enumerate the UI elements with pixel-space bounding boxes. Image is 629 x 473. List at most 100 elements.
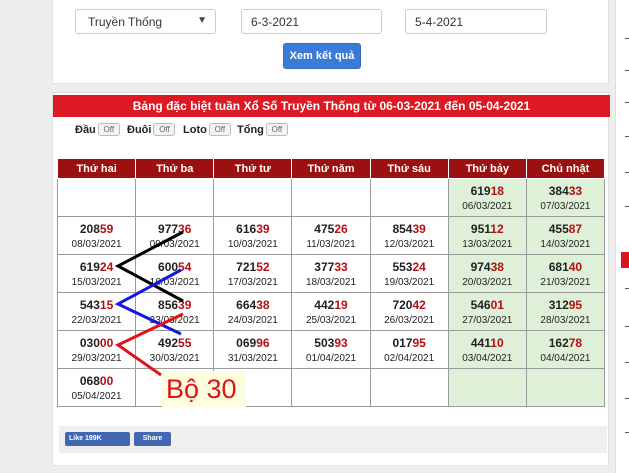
prize-number: 06800: [58, 374, 135, 388]
toggle-tong[interactable]: Tổng Off: [237, 123, 288, 136]
prize-head-digits: 721: [236, 259, 257, 274]
prize-head-digits: 619: [79, 259, 100, 274]
table-cell: 68140 21/03/2021: [525, 254, 606, 293]
chevron-down-icon: ▼: [197, 15, 207, 26]
prize-number: 97736: [136, 222, 213, 236]
draw-date: 14/03/2021: [540, 238, 591, 250]
toggle-label: Loto: [183, 123, 207, 136]
prize-number: 03000: [58, 336, 135, 350]
table-header-row: Thứ hai Thứ ba Thứ tư Thứ năm Thứ sáu Th…: [56, 158, 606, 179]
prize-tail-digits: 95: [412, 335, 426, 350]
toggle-switch[interactable]: Off: [208, 123, 231, 136]
table-cell: [369, 178, 449, 217]
toggle-duoi[interactable]: Đuôi Off: [127, 123, 176, 136]
view-results-button[interactable]: Xem kết quả: [283, 43, 361, 69]
page: Truyền Thống ▼ 6-3-2021 5-4-2021 Xem kết…: [0, 0, 629, 473]
prize-head-digits: 856: [158, 297, 179, 312]
prize-number: 61918: [449, 184, 526, 198]
prize-number: 50393: [292, 336, 369, 350]
prize-head-digits: 977: [158, 221, 179, 236]
prize-head-digits: 720: [392, 297, 413, 312]
col-wednesday: Thứ tư: [213, 158, 293, 179]
table-cell: 20859 08/03/2021: [56, 216, 137, 255]
toggle-dau[interactable]: Đầu Off: [75, 123, 120, 136]
draw-date: 10/03/2021: [227, 238, 278, 250]
draw-date: 30/03/2021: [149, 352, 200, 364]
prize-head-digits: 377: [314, 259, 335, 274]
toggle-switch[interactable]: Off: [97, 123, 120, 136]
prize-tail-digits: 93: [334, 335, 348, 350]
table-cell: 95112 13/03/2021: [447, 216, 527, 255]
prize-tail-digits: 26: [334, 221, 348, 236]
draw-date: 03/04/2021: [462, 352, 513, 364]
prize-head-digits: 600: [158, 259, 179, 274]
table-cell: 85639 23/03/2021: [135, 292, 215, 331]
toggle-switch[interactable]: Off: [153, 123, 176, 136]
date-to-input[interactable]: 5-4-2021: [405, 9, 547, 34]
prize-number: 97438: [449, 260, 526, 274]
prize-head-digits: 616: [236, 221, 257, 236]
table-cell: 31295 28/03/2021: [525, 292, 606, 331]
toggle-label: Tổng: [237, 123, 264, 136]
prize-tail-digits: 18: [490, 183, 504, 198]
prize-number: 01795: [371, 336, 448, 350]
prize-number: 61639: [214, 222, 291, 236]
draw-date: 21/03/2021: [540, 276, 591, 288]
table-cell: 47526 11/03/2021: [291, 216, 371, 255]
draw-date: 12/03/2021: [384, 238, 435, 250]
toggle-switch[interactable]: Off: [265, 123, 288, 136]
sidebar-tick: [625, 206, 629, 207]
table-cell: 85439 12/03/2021: [369, 216, 449, 255]
prize-tail-digits: 12: [490, 221, 504, 236]
table-cell: 54315 22/03/2021: [56, 292, 137, 331]
prize-number: 44110: [449, 336, 526, 350]
draw-date: 07/03/2021: [540, 200, 591, 212]
prize-tail-digits: 00: [99, 373, 114, 388]
prize-tail-digits: 01: [490, 297, 504, 312]
sidebar-tick: [625, 326, 629, 327]
draw-date: 26/03/2021: [384, 314, 435, 326]
sidebar-tick: [625, 172, 629, 173]
prize-head-digits: 974: [470, 259, 491, 274]
sidebar-tick: [625, 398, 629, 399]
toggle-loto[interactable]: Loto Off: [183, 123, 231, 136]
facebook-like-button[interactable]: Like 199K: [65, 432, 130, 446]
table-cell: 97736 09/03/2021: [135, 216, 215, 255]
prize-number: 45587: [527, 222, 604, 236]
prize-number: 06996: [214, 336, 291, 350]
lottery-select[interactable]: Truyền Thống ▼: [75, 9, 216, 34]
draw-date: 06/03/2021: [462, 200, 513, 212]
draw-date: 11/03/2021: [306, 238, 356, 250]
prize-number: 72152: [214, 260, 291, 274]
col-thursday: Thứ năm: [291, 158, 371, 179]
sidebar-tick: [625, 362, 629, 363]
prize-number: 55324: [371, 260, 448, 274]
prize-number: 44219: [292, 298, 369, 312]
table-cell: [56, 178, 137, 217]
table-cell: 44219 25/03/2021: [291, 292, 371, 331]
prize-number: 37733: [292, 260, 369, 274]
prize-number: 72042: [371, 298, 448, 312]
table-row: 54315 22/03/2021 85639 23/03/2021 66438 24/03…: [56, 292, 606, 331]
prize-tail-digits: 24: [99, 259, 114, 274]
prize-tail-digits: 87: [568, 221, 583, 236]
facebook-share-button[interactable]: Share: [134, 432, 171, 446]
table-cell: 03000 29/03/2021: [56, 330, 137, 369]
prize-number: 16278: [527, 336, 604, 350]
prize-tail-digits: 54: [178, 259, 192, 274]
draw-date: 19/03/2021: [384, 276, 435, 288]
date-from-input[interactable]: 6-3-2021: [241, 9, 382, 34]
sidebar-tick: [625, 102, 629, 103]
table-cell: 01795 02/04/2021: [369, 330, 449, 369]
draw-date: 23/03/2021: [149, 314, 200, 326]
sidebar-tick: [625, 432, 629, 433]
sidebar-tick: [625, 38, 629, 39]
table-cell: 61924 15/03/2021: [56, 254, 137, 293]
prize-tail-digits: 40: [568, 259, 583, 274]
prize-head-digits: 951: [470, 221, 491, 236]
draw-date: 24/03/2021: [227, 314, 278, 326]
prize-tail-digits: 00: [99, 335, 114, 350]
prize-head-digits: 208: [79, 221, 100, 236]
prize-tail-digits: 36: [178, 221, 192, 236]
table-cell: [525, 368, 606, 407]
